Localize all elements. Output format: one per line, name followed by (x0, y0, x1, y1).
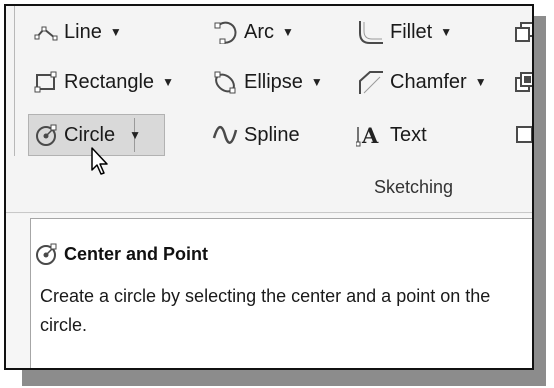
mouse-cursor-icon (91, 147, 108, 175)
spline-tool-label: Spline (244, 123, 300, 146)
chamfer-dropdown-arrow[interactable]: ▼ (475, 75, 487, 89)
chamfer-tool-button[interactable]: Chamfer ▼ (356, 65, 487, 99)
rectangle-dropdown-arrow[interactable]: ▼ (162, 75, 174, 89)
copy-tool-button[interactable] (514, 15, 532, 49)
line-tool-button[interactable]: Line ▼ (34, 15, 122, 49)
rectangle-tool-button[interactable]: Rectangle ▼ (34, 65, 174, 99)
text-tool-button[interactable]: A Text (356, 118, 427, 152)
ellipse-tool-button[interactable]: Ellipse ▼ (212, 65, 323, 99)
square-icon (516, 126, 532, 143)
rectangle-icon (34, 71, 57, 93)
fillet-dropdown-arrow[interactable]: ▼ (440, 25, 452, 39)
circle-dropdown-arrow[interactable]: ▼ (129, 128, 141, 142)
screenshot-frame: Line ▼ Arc ▼ Fillet ▼ Rectangle ▼ Ellips… (4, 4, 534, 370)
line-dropdown-arrow[interactable]: ▼ (110, 25, 122, 39)
chamfer-tool-label: Chamfer (390, 70, 467, 93)
frame-tool-button[interactable] (514, 118, 532, 152)
circle-tool-content[interactable]: Circle ▼ (34, 118, 141, 152)
tooltip-title: Center and Point (64, 244, 209, 264)
circle-icon (36, 124, 57, 146)
circle-tool-label: Circle (64, 123, 116, 146)
rectangle-tool-label: Rectangle (64, 70, 155, 93)
ribbon-bottom-divider (6, 212, 532, 213)
arc-icon (214, 21, 237, 44)
line-icon (34, 26, 58, 41)
spline-icon (212, 125, 238, 144)
fillet-tool-button[interactable]: Fillet ▼ (356, 15, 452, 49)
text-icon: A (356, 123, 379, 148)
chamfer-icon (359, 71, 383, 94)
ribbon-left-divider (14, 6, 15, 156)
paste-tool-button[interactable] (514, 65, 532, 99)
text-tool-label: Text (390, 123, 427, 146)
svg-text:A: A (361, 123, 379, 148)
circle-center-point-icon (36, 243, 57, 265)
ellipse-icon (214, 71, 236, 94)
fillet-tool-label: Fillet (390, 20, 433, 43)
tooltip-description: Create a circle by selecting the center … (40, 286, 491, 335)
sketching-ribbon-panel: Line ▼ Arc ▼ Fillet ▼ Rectangle ▼ Ellips… (6, 6, 532, 214)
arc-tool-label: Arc (244, 20, 274, 43)
ellipse-tool-label: Ellipse (244, 70, 303, 93)
sketching-group-label: Sketching (374, 177, 454, 197)
arc-tool-button[interactable]: Arc ▼ (212, 15, 294, 49)
copy-icon (515, 22, 532, 42)
spline-tool-button[interactable]: Spline (212, 118, 300, 152)
paste-icon (515, 72, 532, 92)
fillet-icon (359, 21, 383, 44)
ellipse-dropdown-arrow[interactable]: ▼ (311, 75, 323, 89)
arc-dropdown-arrow[interactable]: ▼ (282, 25, 294, 39)
line-tool-label: Line (64, 20, 102, 43)
